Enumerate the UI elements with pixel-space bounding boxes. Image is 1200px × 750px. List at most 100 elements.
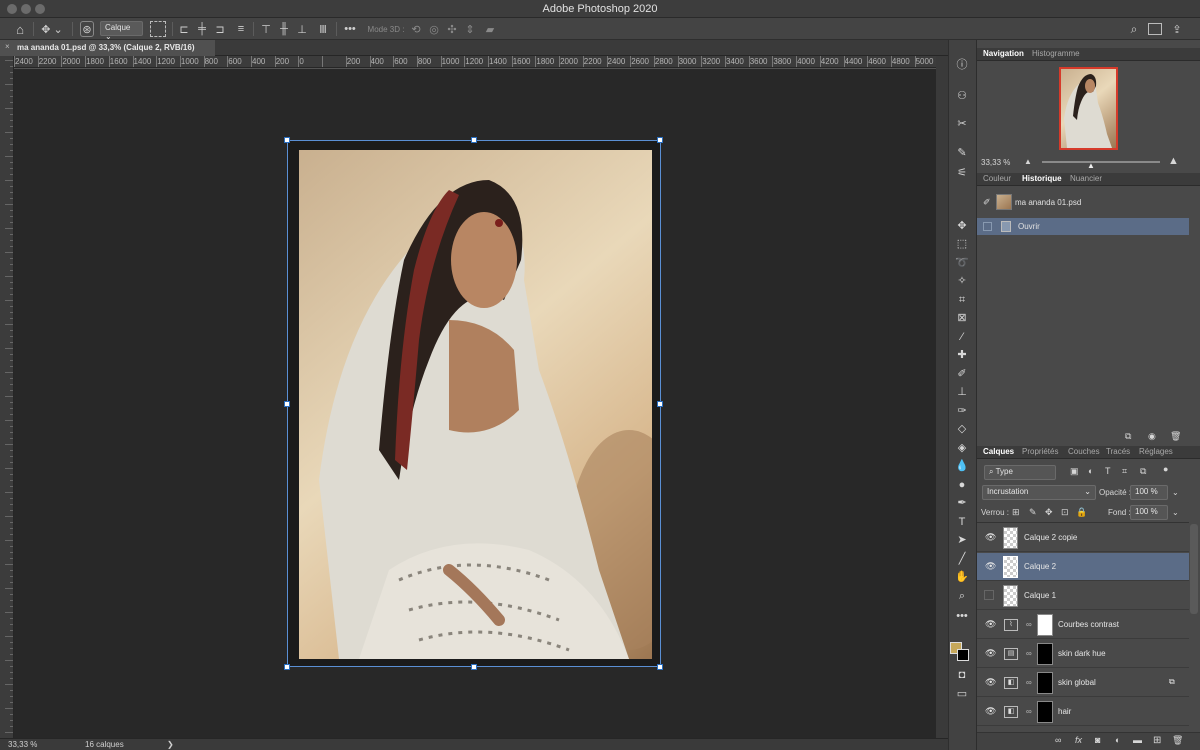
lock-pixels-icon[interactable]: ✎: [1029, 507, 1037, 518]
visibility-eye-icon[interactable]: 👁: [985, 707, 996, 716]
3d-slide-icon[interactable]: ⇕: [464, 21, 476, 37]
move-tool-icon[interactable]: ✥ ⌄: [40, 21, 64, 37]
move-tool[interactable]: ✥: [950, 218, 974, 234]
transform-handle-ml[interactable]: [284, 401, 290, 407]
frame-tool[interactable]: ⊠: [950, 310, 974, 326]
3d-camera-icon[interactable]: ▰: [483, 21, 497, 37]
transform-handle-bc[interactable]: [471, 664, 477, 670]
transform-handle-tl[interactable]: [284, 137, 290, 143]
transform-handle-tr[interactable]: [657, 137, 663, 143]
opacity-dropdown-icon[interactable]: ⌄: [1172, 488, 1179, 497]
magic-wand-tool[interactable]: ✧: [950, 273, 974, 289]
zoom-in-icon[interactable]: ▲: [1168, 155, 1179, 167]
share-icon[interactable]: ⇪: [1170, 21, 1184, 37]
zoom-tool[interactable]: ⌕: [950, 588, 974, 604]
eyedropper-tool[interactable]: ⁄: [950, 329, 974, 345]
tool-presets-icon[interactable]: ✂: [950, 116, 974, 132]
distribute-h-icon[interactable]: ≡: [234, 21, 248, 37]
history-state-source-box[interactable]: [983, 222, 992, 231]
close-tab-icon[interactable]: ×: [5, 42, 10, 51]
auto-select-icon[interactable]: ⊛: [80, 21, 94, 37]
hand-tool[interactable]: ✋: [950, 569, 974, 585]
zoom-slider-track[interactable]: [1042, 161, 1160, 163]
link-chain-icon[interactable]: ∞: [1026, 707, 1032, 716]
crop-tool[interactable]: ⌗: [950, 292, 974, 308]
navigator-zoom-value[interactable]: 33,33 %: [981, 158, 1010, 167]
align-right-icon[interactable]: ⊐: [214, 21, 226, 37]
link-layers-icon[interactable]: ∞: [1055, 735, 1061, 745]
layer-row[interactable]: 👁 Calque 2 copie: [977, 524, 1189, 552]
canvas-vertical-scrollbar[interactable]: [936, 56, 948, 738]
layer-mask-thumbnail[interactable]: [1037, 701, 1053, 723]
home-icon[interactable]: ⌂: [12, 21, 28, 37]
tab-navigation[interactable]: Navigation: [983, 49, 1024, 58]
link-chain-icon[interactable]: ∞: [1026, 678, 1032, 687]
document-image[interactable]: [299, 150, 652, 659]
horizontal-ruler[interactable]: 2400 2200 2000 1800 1600 1400 1200 1000 800 600 40…: [14, 56, 936, 68]
align-bottom-icon[interactable]: ⊥: [296, 21, 308, 37]
history-state-open[interactable]: Ouvrir: [977, 218, 1189, 235]
pen-tool[interactable]: ✒: [950, 495, 974, 511]
align-left-icon[interactable]: ⊏: [178, 21, 190, 37]
layer-select-dropdown[interactable]: Calque ⌄: [100, 21, 143, 41]
more-tools-icon[interactable]: •••: [950, 608, 974, 624]
fill-dropdown-icon[interactable]: ⌄: [1172, 508, 1179, 517]
layer-style-icon[interactable]: ⧉: [1169, 677, 1175, 687]
brushes-icon[interactable]: ✎: [950, 145, 974, 161]
3d-orbit-icon[interactable]: ⟲: [410, 21, 422, 37]
visibility-off-box[interactable]: [984, 590, 994, 600]
history-brush-tool[interactable]: ✑: [950, 403, 974, 419]
status-menu-arrow[interactable]: ❯: [167, 740, 174, 749]
align-center-h-icon[interactable]: ╪: [196, 21, 208, 37]
layer-mask-thumbnail[interactable]: [1037, 672, 1053, 694]
3d-roll-icon[interactable]: ◎: [428, 21, 440, 37]
filter-smart-object-icon[interactable]: ⧉: [1140, 466, 1146, 477]
workspace-icon[interactable]: [1148, 23, 1162, 35]
layer-mask-thumbnail[interactable]: [1037, 614, 1053, 636]
align-middle-v-icon[interactable]: ╫: [278, 21, 290, 37]
layer-row[interactable]: Calque 1: [977, 582, 1189, 610]
fill-input[interactable]: 100 %: [1130, 505, 1168, 520]
layer-row[interactable]: 👁 ◧ ∞ hair: [977, 698, 1189, 726]
healing-brush-tool[interactable]: ✚: [950, 347, 974, 363]
properties-icon[interactable]: ⚇: [950, 88, 974, 104]
path-selection-tool[interactable]: ➤: [950, 532, 974, 548]
delete-layer-icon[interactable]: 🗑: [1172, 735, 1183, 746]
new-layer-icon[interactable]: ⊞: [1153, 735, 1161, 746]
dodge-tool[interactable]: ●: [950, 477, 974, 493]
info-icon[interactable]: ⓘ: [950, 57, 974, 73]
filter-adjustment-icon[interactable]: ◐: [1088, 466, 1093, 476]
eraser-tool[interactable]: ◇: [950, 421, 974, 437]
filter-pixel-icon[interactable]: ▣: [1070, 466, 1079, 477]
tab-properties[interactable]: Propriétés: [1022, 447, 1058, 456]
3d-drag-icon[interactable]: ✣: [446, 21, 458, 37]
more-options-icon[interactable]: •••: [343, 21, 357, 37]
snapshot-camera-icon[interactable]: ◉: [1148, 431, 1156, 442]
blend-mode-dropdown[interactable]: Incrustation ⌄: [982, 485, 1096, 500]
layer-row-selected[interactable]: 👁 Calque 2: [977, 553, 1189, 581]
quick-mask-icon[interactable]: ◘: [950, 667, 974, 683]
tab-adjustments[interactable]: Réglages: [1139, 447, 1173, 456]
tab-history[interactable]: Historique: [1022, 174, 1062, 183]
document-tab[interactable]: × ma ananda 01.psd @ 33,3% (Calque 2, RV…: [0, 40, 215, 56]
zoom-out-icon[interactable]: ▲: [1024, 157, 1032, 166]
visibility-eye-icon[interactable]: 👁: [985, 620, 996, 629]
link-chain-icon[interactable]: ∞: [1026, 620, 1032, 629]
transform-handle-mr[interactable]: [657, 401, 663, 407]
visibility-eye-icon[interactable]: 👁: [985, 533, 996, 542]
layer-row[interactable]: 👁 ◧ ∞ skin global ⧉: [977, 669, 1189, 697]
opacity-input[interactable]: 100 %: [1130, 485, 1168, 500]
fx-icon[interactable]: fx: [1075, 735, 1082, 745]
new-adjustment-icon[interactable]: ◐: [1115, 735, 1120, 745]
lock-position-icon[interactable]: ✥: [1045, 507, 1053, 518]
zoom-slider-thumb[interactable]: ▲: [1087, 161, 1095, 170]
navigator-thumbnail[interactable]: [1059, 67, 1118, 150]
show-transform-controls-icon[interactable]: [150, 21, 166, 37]
lock-artboard-icon[interactable]: ⊡: [1061, 507, 1069, 518]
align-top-icon[interactable]: ⊤: [260, 21, 272, 37]
lock-transparent-icon[interactable]: ⊞: [1012, 507, 1020, 518]
type-tool[interactable]: T: [950, 514, 974, 530]
brush-tool[interactable]: ✐: [950, 366, 974, 382]
tab-layers[interactable]: Calques: [983, 447, 1014, 456]
screen-mode-icon[interactable]: ▭: [950, 686, 974, 702]
